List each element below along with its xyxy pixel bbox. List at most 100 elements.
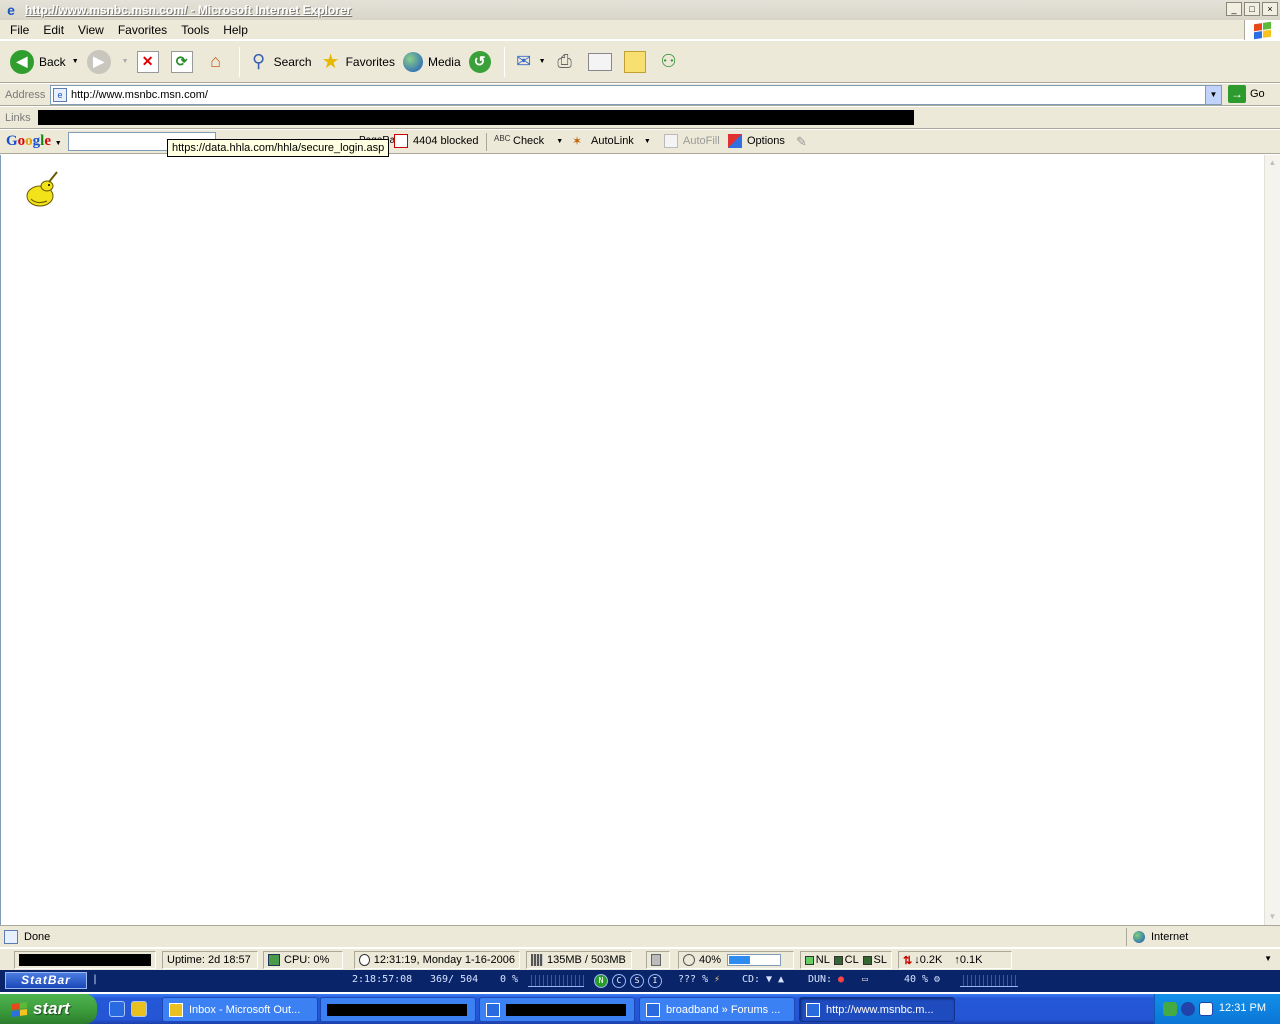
back-button[interactable]: ◀ Back ▼ [6, 44, 83, 80]
google-dropdown-icon[interactable]: ▼ [55, 140, 62, 147]
menu-help[interactable]: Help [216, 23, 255, 37]
go-button[interactable]: → Go [1228, 85, 1265, 103]
messenger-button[interactable]: ⚇ [654, 44, 688, 80]
printer-icon: ⎙ [557, 51, 572, 71]
lock-keys-cell[interactable]: NL CL SL [800, 951, 892, 969]
cpu-cell[interactable]: CPU: 0% [263, 951, 343, 969]
network-tray-icon[interactable] [1163, 1002, 1177, 1016]
scrolllock-label: SL [873, 954, 887, 966]
minimize-button[interactable]: _ [1226, 2, 1242, 16]
address-url[interactable]: http://www.msnbc.msn.com/ [71, 89, 208, 101]
highlight-pen-icon[interactable]: ✎ [796, 134, 807, 150]
autolink-dropdown-icon[interactable]: ▼ [644, 138, 651, 145]
scroll-up-icon[interactable]: ▲ [1265, 155, 1280, 171]
battery-cell[interactable]: 40% [678, 951, 794, 969]
windows-logo-icon [12, 1001, 27, 1017]
forward-button[interactable]: ▶ ▼ [83, 44, 133, 80]
options-icon [728, 134, 742, 148]
led-n[interactable]: N [594, 974, 608, 988]
options-button[interactable]: Options [728, 134, 785, 148]
ie-task-icon [486, 1002, 500, 1017]
address-dropdown-icon[interactable]: ▼ [1205, 86, 1221, 104]
uptime-readout: 2:18:57:08 [352, 974, 413, 985]
forward-dropdown-icon[interactable]: ▼ [122, 58, 129, 65]
history-icon: ↺ [468, 50, 491, 73]
mail-button[interactable]: ✉ ▼ [509, 44, 550, 80]
statbar-logo[interactable]: StatBar [5, 972, 87, 989]
quicklaunch-outlook-icon[interactable] [131, 1001, 147, 1017]
home-button[interactable]: ⌂ [201, 44, 235, 80]
status-bar: Done Internet [0, 925, 1280, 947]
redacted-links [38, 110, 914, 125]
stop-button[interactable]: ✕ [133, 44, 167, 80]
outlook-icon [169, 1002, 183, 1017]
back-dropdown-icon[interactable]: ▼ [72, 58, 79, 65]
page-content[interactable] [0, 155, 1264, 925]
history-button[interactable]: ↺ [465, 44, 500, 80]
media-button[interactable]: Media [399, 44, 465, 80]
security-zone[interactable]: Internet [1126, 928, 1188, 946]
network-cell[interactable]: ⇅ ↓ 0.2K ↑ 0.1K [898, 951, 1012, 969]
scroll-down-icon[interactable]: ▼ [1265, 909, 1280, 925]
print-button[interactable]: ⎙ [550, 44, 584, 80]
taskbar-clock[interactable]: 12:31 PM [1219, 1002, 1266, 1014]
capslock-label: CL [844, 954, 859, 966]
memory-cell[interactable]: 135MB / 503MB [526, 951, 632, 969]
autolink-button[interactable]: ✶ AutoLink ▼ [572, 134, 651, 148]
close-button[interactable]: × [1262, 2, 1278, 16]
led-i[interactable]: I [648, 974, 662, 988]
disk-cell[interactable] [646, 951, 670, 969]
maximize-button[interactable]: □ [1244, 2, 1260, 16]
menu-view[interactable]: View [71, 23, 111, 37]
mail-dropdown-icon[interactable]: ▼ [539, 58, 546, 65]
activity-graph [960, 975, 1018, 987]
menu-tools[interactable]: Tools [174, 23, 216, 37]
google-logo[interactable]: Google ▼ [6, 133, 62, 150]
search-button[interactable]: ⚲ Search [244, 44, 316, 80]
refresh-button[interactable]: ⟳ [167, 44, 201, 80]
task-outlook[interactable]: Inbox - Microsoft Out... [162, 997, 318, 1022]
menu-favorites[interactable]: Favorites [111, 23, 174, 37]
address-input[interactable]: e http://www.msnbc.msn.com/ ▼ [50, 85, 1222, 105]
app-tray-icon[interactable] [1199, 1002, 1213, 1016]
cpu-graph [528, 975, 584, 987]
cd-label: CD: [742, 974, 761, 985]
led-c[interactable]: C [612, 974, 626, 988]
led-s[interactable]: S [630, 974, 644, 988]
task-redacted-2[interactable] [479, 997, 635, 1022]
discuss-button[interactable] [620, 44, 654, 80]
memory-readout: 369/ 504 [430, 974, 479, 985]
check-dropdown-icon[interactable]: ▼ [556, 138, 563, 145]
uptime-cell[interactable]: Uptime: 2d 18:57 [162, 951, 258, 969]
task-broadband-forums[interactable]: broadband » Forums ... [639, 997, 795, 1022]
task-redacted-1[interactable] [320, 997, 476, 1022]
quicklaunch-ie-icon[interactable] [109, 1001, 125, 1017]
clock-icon [359, 954, 370, 966]
favorites-button[interactable]: ★ Favorites [316, 44, 399, 80]
start-label: start [33, 999, 70, 1018]
edit-button[interactable] [584, 44, 620, 80]
window-title: http://www.msnbc.msn.com/ - Microsoft In… [25, 3, 352, 17]
duck-icon [26, 171, 58, 207]
spellcheck-abc-icon: ABC [494, 134, 511, 143]
ie-icon[interactable]: e [3, 2, 19, 18]
volume-tray-icon[interactable] [1181, 1002, 1195, 1016]
cd-eject-icon[interactable]: ▼ ▲ [766, 974, 784, 985]
spell-check-button[interactable]: ABC Check ▼ [494, 134, 563, 148]
datetime-cell[interactable]: 12:31:19, Monday 1-16-2006 [354, 951, 520, 969]
statbar-dropdown-icon[interactable]: ▼ [1264, 954, 1272, 963]
favorites-label: Favorites [345, 54, 395, 69]
title-bar[interactable]: e http://www.msnbc.msn.com/ - Microsoft … [0, 0, 1280, 20]
menu-edit[interactable]: Edit [36, 23, 71, 37]
vertical-scrollbar[interactable]: ▲ ▼ [1264, 155, 1280, 925]
autolink-label: AutoLink [591, 135, 634, 147]
datetime-text: 12:31:19, Monday 1-16-2006 [373, 954, 515, 966]
capslock-indicator-icon [833, 955, 843, 965]
links-label: Links [5, 111, 31, 124]
start-button[interactable]: start [0, 994, 97, 1024]
popup-blocker-button[interactable]: 4404 blocked [394, 134, 478, 148]
menu-file[interactable]: File [0, 23, 36, 37]
task-msnbc[interactable]: http://www.msnbc.m... [799, 997, 955, 1022]
disk-drive-icon [651, 954, 661, 966]
autofill-button[interactable]: AutoFill [664, 134, 720, 148]
